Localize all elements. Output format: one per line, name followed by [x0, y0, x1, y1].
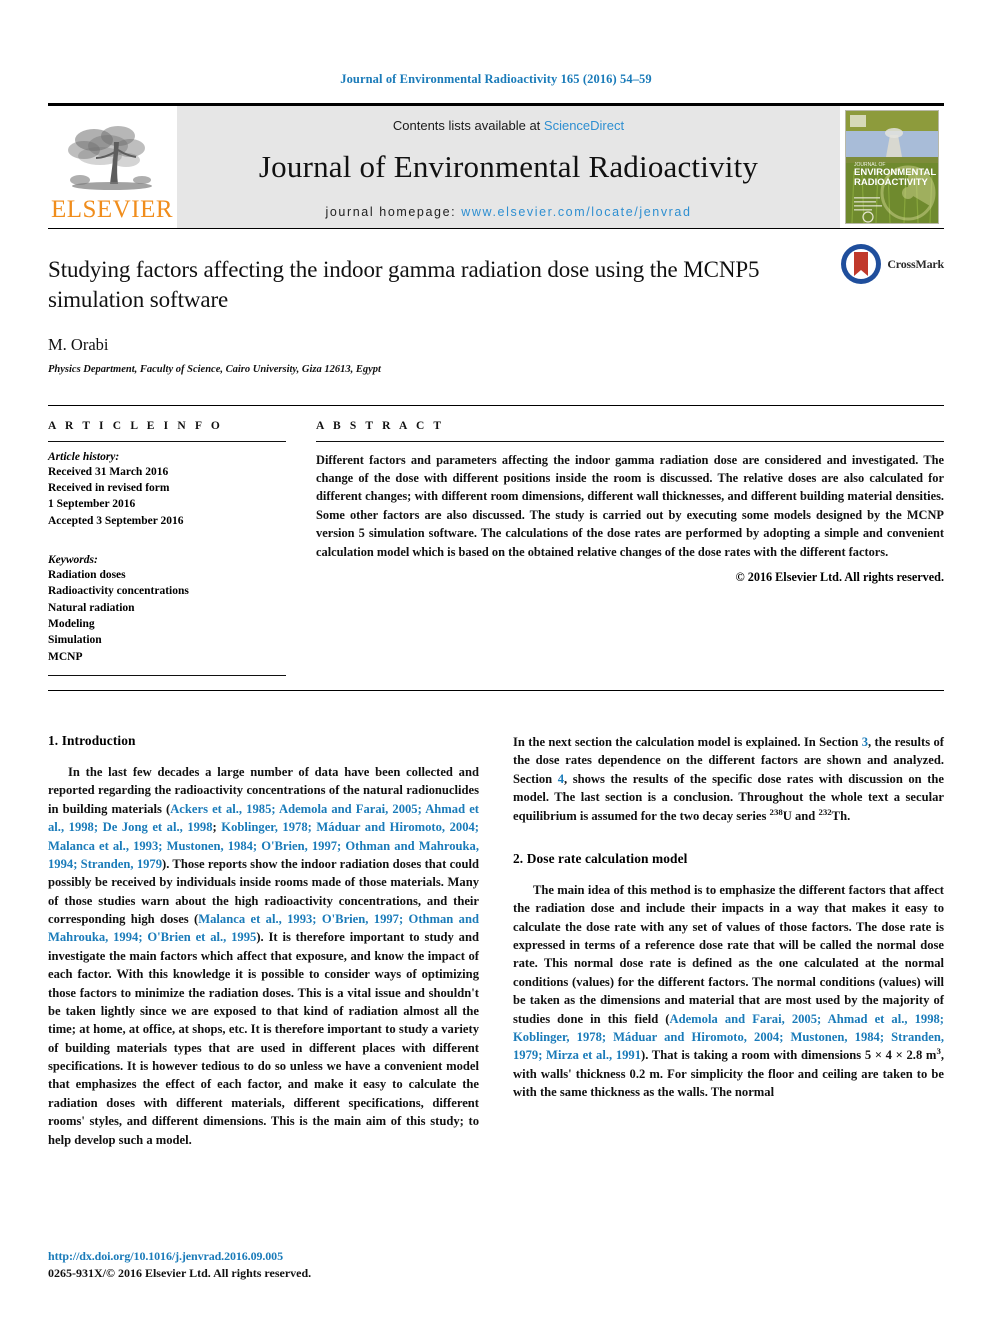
text-run: ). It is therefore important to study an… [48, 930, 479, 1147]
contents-lists-line: Contents lists available at ScienceDirec… [393, 118, 624, 133]
svg-text:RADIOACTIVITY: RADIOACTIVITY [854, 177, 929, 188]
abstract-column: A B S T R A C T Different factors and pa… [316, 420, 944, 676]
crossmark-badge[interactable]: CrossMark [840, 243, 944, 285]
abstract-text: Different factors and parameters affecti… [316, 452, 944, 559]
journal-cover-container: JOURNAL OF ENVIRONMENTAL RADIOACTIVITY [840, 106, 944, 228]
isotope-superscript: 238 [769, 806, 783, 817]
running-head: Journal of Environmental Radioactivity 1… [340, 72, 652, 86]
keyword-item: MCNP [48, 650, 83, 663]
masthead-center: Contents lists available at ScienceDirec… [176, 106, 840, 228]
journal-masthead: ELSEVIER Contents lists available at Sci… [48, 103, 944, 228]
body-column-left: 1. Introduction In the last few decades … [48, 733, 479, 1149]
keyword-item: Modeling [48, 618, 95, 631]
article-page: Journal of Environmental Radioactivity 1… [0, 0, 992, 1323]
abstract-rule [316, 440, 944, 442]
history-line: Received in revised form [48, 482, 170, 495]
history-line: 1 September 2016 [48, 498, 136, 511]
author-affiliation: Physics Department, Faculty of Science, … [48, 363, 381, 375]
article-info-column: A R T I C L E I N F O Article history: R… [48, 420, 286, 676]
keyword-item: Simulation [48, 634, 102, 647]
history-line: Accepted 3 September 2016 [48, 514, 184, 527]
page-title: Studying factors affecting the indoor ga… [48, 257, 760, 313]
text-run: The main idea of this method is to empha… [513, 882, 944, 1026]
journal-cover-thumbnail: JOURNAL OF ENVIRONMENTAL RADIOACTIVITY [845, 110, 939, 224]
title-block: CrossMark Studying factors affecting the… [48, 229, 944, 375]
keyword-item: Radiation doses [48, 569, 126, 582]
isotope-superscript: 232 [818, 806, 832, 817]
keyword-item: Natural radiation [48, 601, 135, 614]
text-run: , shows the results of the specific dose… [513, 771, 944, 823]
body-columns: 1. Introduction In the last few decades … [48, 733, 944, 1149]
history-line: Received 31 March 2016 [48, 465, 169, 478]
crossmark-label: CrossMark [887, 256, 944, 271]
body-column-right: In the next section the calculation mode… [513, 733, 944, 1149]
text-run: ; [212, 820, 222, 835]
journal-homepage-line: journal homepage: www.elsevier.com/locat… [325, 205, 691, 219]
info-abstract-block: A R T I C L E I N F O Article history: R… [48, 404, 944, 676]
contents-prefix: Contents lists available at [392, 117, 544, 133]
text-run: Th. [831, 808, 851, 823]
elsevier-wordmark: ELSEVIER [50, 196, 174, 223]
issn-copyright: 0265-931X/© 2016 Elsevier Ltd. All right… [48, 1266, 312, 1280]
sciencedirect-link[interactable]: ScienceDirect [544, 118, 624, 133]
keyword-item: Radioactivity concentrations [48, 585, 189, 598]
elsevier-tree-icon [68, 126, 152, 190]
paragraph-intro-continued: In the next section the calculation mode… [513, 733, 944, 825]
paragraph-intro: In the last few decades a large number o… [48, 763, 479, 1149]
homepage-label: journal homepage: [325, 204, 462, 219]
abstract-block-bottom-rule [48, 690, 944, 691]
keywords-block: Keywords: Radiation doses Radioactivity … [48, 554, 286, 665]
text-run: ). That is taking a room with dimensions… [641, 1048, 937, 1063]
section-2-heading: 2. Dose rate calculation model [513, 850, 688, 866]
journal-cover-art: JOURNAL OF ENVIRONMENTAL RADIOACTIVITY [846, 111, 938, 223]
abstract-copyright: © 2016 Elsevier Ltd. All rights reserved… [735, 569, 944, 584]
page-footer: http://dx.doi.org/10.1016/j.jenvrad.2016… [48, 1249, 478, 1281]
keywords-bottom-rule [48, 675, 286, 676]
text-run: U and [782, 808, 819, 823]
keywords-label: Keywords: [48, 554, 98, 567]
article-info-rule [48, 440, 286, 442]
elsevier-logo: ELSEVIER [48, 106, 176, 228]
article-info-heading: A R T I C L E I N F O [48, 419, 223, 432]
text-run: In the next section the calculation mode… [513, 735, 862, 749]
journal-title: Journal of Environmental Radioactivity [258, 148, 759, 184]
homepage-url-link[interactable]: www.elsevier.com/locate/jenvrad [461, 205, 691, 219]
section-1-heading: 1. Introduction [48, 733, 136, 748]
abstract-heading: A B S T R A C T [316, 419, 445, 432]
crossmark-icon [841, 244, 882, 284]
author-name: M. Orabi [48, 334, 109, 354]
paragraph-dose-model: The main idea of this method is to empha… [513, 881, 944, 1102]
article-history-label: Article history: [48, 450, 120, 463]
doi-link[interactable]: http://dx.doi.org/10.1016/j.jenvrad.2016… [48, 1249, 478, 1264]
